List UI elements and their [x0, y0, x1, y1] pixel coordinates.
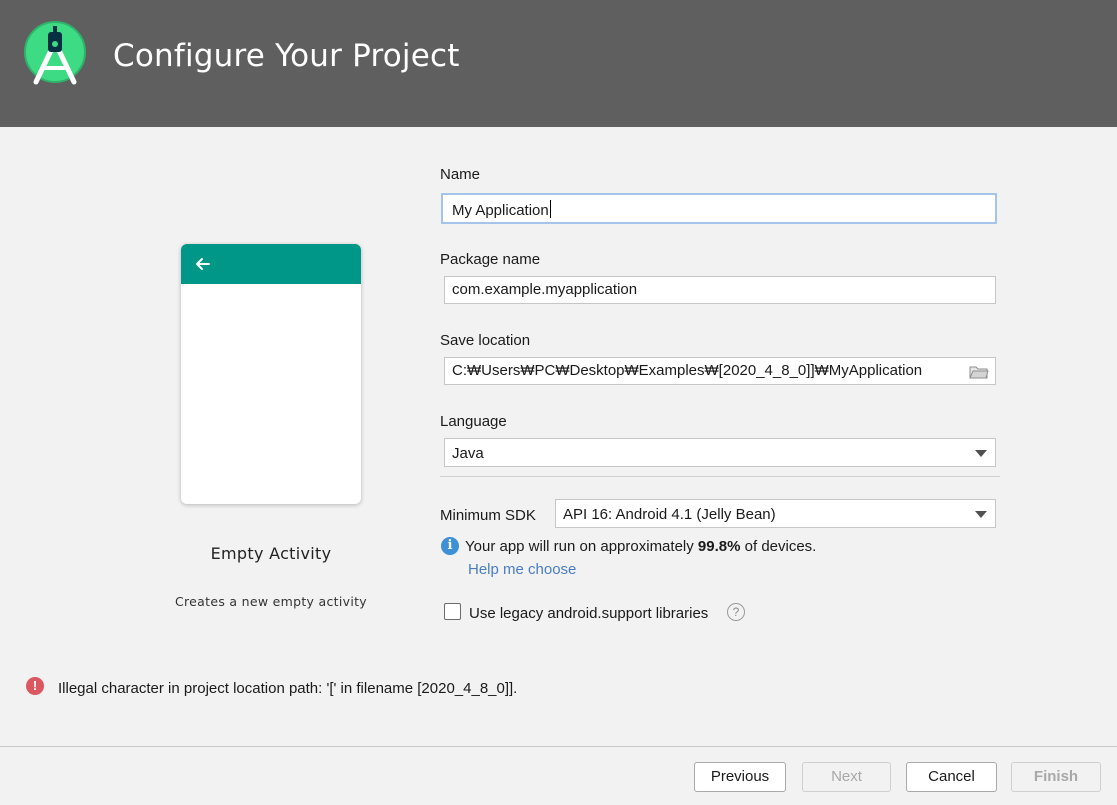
save-location-input[interactable]: C:₩Users₩PC₩Desktop₩Examples₩[2020_4_8_0…	[444, 357, 996, 385]
device-coverage-text: Your app will run on approximately 99.8%…	[465, 538, 817, 555]
save-location-label: Save location	[440, 332, 531, 349]
activity-name: Empty Activity	[210, 544, 332, 563]
chevron-down-icon	[975, 450, 987, 457]
coverage-percent: 99.8%	[697, 538, 741, 555]
package-name-value: com.example.myapplication	[452, 281, 638, 298]
minimum-sdk-label: Minimum SDK	[440, 507, 536, 524]
save-location-value: C:₩Users₩PC₩Desktop₩Examples₩[2020_4_8_0…	[452, 362, 923, 379]
name-value: My Application	[452, 202, 549, 219]
help-icon[interactable]: ?	[727, 603, 745, 621]
error-message: Illegal character in project location pa…	[58, 680, 518, 697]
name-input[interactable]: My Application	[441, 193, 997, 224]
activity-description: Creates a new empty activity	[174, 594, 367, 609]
package-name-label: Package name	[440, 251, 541, 268]
app-bar	[181, 244, 361, 284]
text-caret	[549, 200, 551, 218]
footer-divider	[0, 746, 1117, 747]
finish-button[interactable]: Finish	[1011, 762, 1101, 792]
arrow-back-icon	[196, 258, 210, 270]
android-studio-icon	[24, 21, 86, 85]
legacy-support-checkbox[interactable]	[444, 603, 461, 620]
language-label: Language	[440, 413, 507, 430]
page-title: Configure Your Project	[113, 38, 460, 74]
cancel-button[interactable]: Cancel	[906, 762, 997, 792]
language-select[interactable]: Java	[444, 438, 996, 467]
error-icon: !	[26, 677, 44, 695]
divider	[440, 476, 1000, 477]
legacy-support-label[interactable]: Use legacy android.support libraries	[469, 605, 708, 622]
language-value: Java	[452, 445, 484, 462]
info-icon: i	[441, 537, 459, 555]
minimum-sdk-value: API 16: Android 4.1 (Jelly Bean)	[563, 506, 776, 523]
wizard-header: Configure Your Project	[0, 0, 1117, 127]
activity-preview	[181, 244, 361, 504]
next-button[interactable]: Next	[802, 762, 891, 792]
folder-icon[interactable]	[969, 364, 989, 380]
help-me-choose-link[interactable]: Help me choose	[468, 561, 576, 578]
previous-button[interactable]: Previous	[694, 762, 786, 792]
package-name-input[interactable]: com.example.myapplication	[444, 276, 996, 304]
chevron-down-icon	[975, 511, 987, 518]
minimum-sdk-select[interactable]: API 16: Android 4.1 (Jelly Bean)	[555, 499, 996, 528]
name-label: Name	[440, 166, 481, 183]
